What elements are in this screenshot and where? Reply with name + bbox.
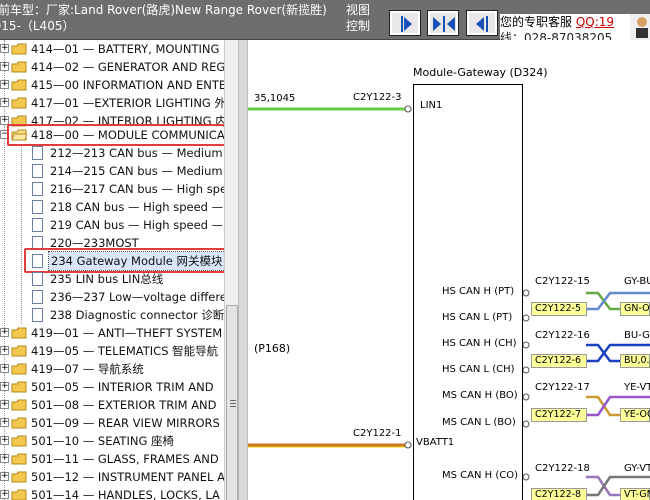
app-window: { "header": { "vehicle_line1": "当前车型：厂家:… <box>0 0 650 500</box>
tree-item-label: 501—05 — INTERIOR TRIM AND <box>31 380 214 394</box>
tree-item-label: 218 CAN bus — High speed — <box>50 200 224 214</box>
tree-item-label: 501—09 — REAR VIEW MIRRORS <box>31 416 220 430</box>
wire-color-label: YE-OG <box>620 408 650 422</box>
document-icon <box>32 146 43 160</box>
vehicle-line-1: 当前车型：厂家:Land Rover(路虎)New Range Rover(新揽… <box>0 3 327 17</box>
tree-item-label: 238 Diagnostic connector 诊断 <box>50 308 224 322</box>
tree-item-label: 419—01 — ANTI—THEFT SYSTEM <box>31 326 223 340</box>
document-icon <box>32 164 43 178</box>
vehicle-line-2: 2015-（L405） <box>0 19 75 33</box>
pin-label: LIN1 <box>420 100 443 111</box>
document-icon <box>32 182 43 196</box>
arrow-right-icon <box>401 16 412 32</box>
document-icon <box>32 272 43 286</box>
tree-guide-line <box>21 144 22 324</box>
connector-label: C2Y122-3 <box>353 92 402 103</box>
document-tree: +414—01 — BATTERY, MOUNTING +414—02 — GE… <box>0 40 224 500</box>
pin-label: HS CAN H (CH) <box>442 338 517 349</box>
wire-color-label: YE-VT <box>624 382 650 393</box>
document-icon <box>32 200 43 214</box>
scrollbar-thumb[interactable] <box>226 305 238 500</box>
pin-label: VBATT1 <box>416 437 455 448</box>
tree-item-label: 212—213 CAN bus — Medium <box>50 146 223 160</box>
fit-arrows-icon <box>433 16 455 32</box>
tree-item-label: 417—01 —EXTERIOR LIGHTING 外 <box>31 96 224 110</box>
tree-item-label: 501—10 — SEATING 座椅 <box>31 434 175 448</box>
connector-label: C2Y122-1 <box>353 428 402 439</box>
tree-item-label: 501—12 — INSTRUMENT PANEL A <box>31 470 224 484</box>
support-avatar-icon <box>630 14 650 40</box>
pin-label: HS CAN H (PT) <box>442 286 515 297</box>
wiring-diagram: Module-Gateway (D324) 35,1045 (P168) C2Y… <box>248 40 650 500</box>
connector-label: C2Y122-17 <box>535 382 590 393</box>
wire-color-label: VT-GN <box>620 488 650 500</box>
pin-label: HS CAN L (PT) <box>442 312 513 323</box>
support-panel: 您的专职客服 QQ:19 线：028-87038205 <box>500 14 630 40</box>
support-phone: 线：028-87038205 <box>500 31 613 40</box>
tree-item-label: 501—08 — EXTERIOR TRIM AND <box>31 398 217 412</box>
document-icon <box>32 218 43 232</box>
tree-item-label: 235 LIN bus LIN总线 <box>50 272 164 286</box>
tree-item-label: 236—237 Low—voltage differe <box>50 290 224 304</box>
grip-line <box>230 403 236 404</box>
tree-item-label: 501—11 — GLASS, FRAMES AND <box>31 452 219 466</box>
connector-label: C2Y122-6 <box>531 354 587 368</box>
vehicle-info: 当前车型：厂家:Land Rover(路虎)New Range Rover(新揽… <box>0 2 327 34</box>
grip-line <box>230 406 236 407</box>
title-bar: 当前车型：厂家:Land Rover(路虎)New Range Rover(新揽… <box>0 0 650 40</box>
tree-item-label: 419—07 — 导航系统 <box>31 362 144 376</box>
connector-label: C2Y122-7 <box>531 408 587 422</box>
tree-item-label: 501—14 — HANDLES, LOCKS, LA <box>31 488 220 500</box>
next-page-button[interactable] <box>389 10 421 36</box>
prev-page-button[interactable] <box>466 10 498 36</box>
support-text: 您的专职客服 <box>500 15 573 29</box>
tree-item-label: 414—01 — BATTERY, MOUNTING <box>31 42 220 56</box>
wire-color-label: BU-GN <box>624 330 650 341</box>
pin-label: MS CAN H (CO) <box>442 470 518 481</box>
connector-label: C2Y122-5 <box>531 302 587 316</box>
connector-label: C2Y122-18 <box>535 463 590 474</box>
wire-color-label: GY-VT <box>624 463 650 474</box>
tree-item-label: 214—215 CAN bus — Medium <box>50 164 223 178</box>
tree-item-label: 216—217 CAN bus — High spe <box>50 182 224 196</box>
wire-color-label: GY-BU <box>624 276 650 287</box>
panel-splitter[interactable] <box>238 40 248 500</box>
arrow-left-icon <box>476 16 488 32</box>
tree-item-label: 415—00 INFORMATION AND ENTE <box>31 78 224 92</box>
document-icon <box>32 290 43 304</box>
tree-scrollbar[interactable] <box>224 40 238 500</box>
highlight-box <box>7 124 224 146</box>
view-control-label: 视图控制 <box>346 3 371 33</box>
grip-line <box>230 400 236 401</box>
tree-item-label: 414—02 — GENERATOR AND REG <box>31 60 224 74</box>
pin-label: MS CAN L (BO) <box>442 417 516 428</box>
document-icon <box>32 308 43 322</box>
connector-label: C2Y122-8 <box>531 488 587 500</box>
connector-label: C2Y122-15 <box>535 276 590 287</box>
wire-color-label: GN-OG <box>620 302 650 316</box>
connector-label: C2Y122-16 <box>535 330 590 341</box>
tree-item-label: 219 CAN bus — High speed — <box>50 218 224 232</box>
pin-label: HS CAN L (CH) <box>442 364 515 375</box>
pin-label: MS CAN H (BO) <box>442 390 518 401</box>
fit-view-button[interactable] <box>427 10 459 36</box>
wire-color-label: BU,0.35 <box>620 354 650 368</box>
qq-link[interactable]: QQ:19 <box>576 15 614 29</box>
tree-item-label: 419—05 — TELEMATICS 智能导航 <box>31 344 219 358</box>
tree-guide-line <box>4 40 5 500</box>
